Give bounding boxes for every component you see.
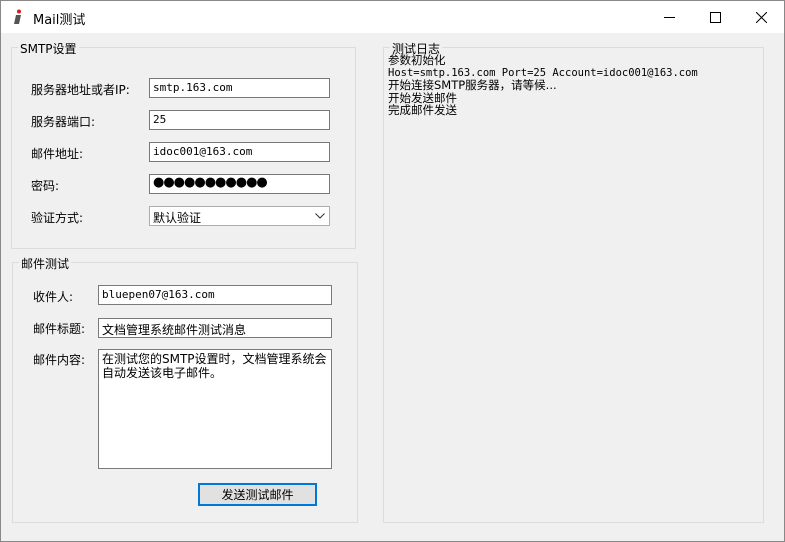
password-label: 密码: [31,179,60,193]
send-test-mail-button[interactable]: 发送测试邮件 [198,483,317,506]
port-label: 服务器端口: [31,115,96,129]
log-line: 参数初始化 [388,53,446,67]
smtp-legend: SMTP设置 [18,40,79,57]
body-label: 邮件内容: [33,353,86,367]
server-label: 服务器地址或者IP: [31,83,130,97]
maximize-icon [709,11,721,23]
log-line: 开始连接SMTP服务器，请等候... [388,78,557,92]
test-log-group: 测试日志 参数初始化 Host=smtp.163.com Port=25 Acco… [383,40,764,523]
close-button[interactable] [738,1,784,33]
password-input[interactable]: ●●●●●●●●●●● [149,174,330,194]
minimize-icon [663,16,675,18]
auth-select[interactable]: 默认验证 [149,206,330,226]
subject-input[interactable]: 文档管理系统邮件测试消息 [98,318,332,338]
to-label: 收件人: [33,290,74,304]
server-input[interactable]: smtp.163.com [149,78,330,98]
title-bar: Mail测试 [1,1,784,33]
body-textarea[interactable]: 在测试您的SMTP设置时，文档管理系统会自动发送该电子邮件。 [98,349,332,469]
mail-legend: 邮件测试 [19,255,72,272]
minimize-button[interactable] [646,1,692,33]
maximize-button[interactable] [692,1,738,33]
close-icon [755,11,767,23]
port-input[interactable]: 25 [149,110,330,130]
auth-label: 验证方式: [31,211,84,225]
auth-selected-value: 默认验证 [153,211,202,225]
log-output: 参数初始化 Host=smtp.163.com Port=25 Account=i… [388,54,698,117]
window-title: Mail测试 [33,13,86,28]
email-label: 邮件地址: [31,147,84,161]
subject-label: 邮件标题: [33,322,86,336]
email-input[interactable]: idoc001@163.com [149,142,330,162]
log-line: 完成邮件发送 [388,103,457,117]
to-input[interactable]: bluepen07@163.com [98,285,332,305]
chevron-down-icon [315,213,325,219]
app-info-icon [14,9,21,24]
